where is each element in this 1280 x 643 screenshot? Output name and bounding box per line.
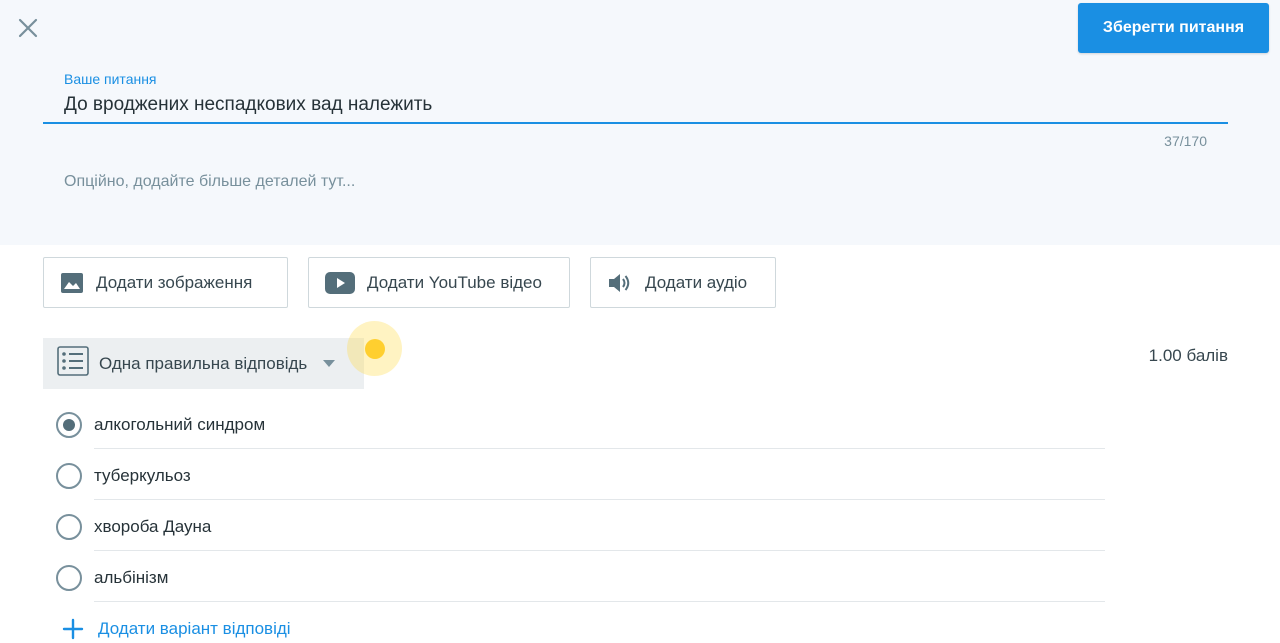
chevron-down-icon <box>323 360 336 367</box>
add-audio-button[interactable]: Додати аудіо <box>590 257 776 308</box>
plus-icon <box>62 618 84 640</box>
question-label: Ваше питання <box>64 71 157 87</box>
answer-option[interactable]: хвороба Дауна <box>56 507 1105 551</box>
answer-option-label[interactable]: альбінізм <box>94 568 168 588</box>
answer-option-label[interactable]: туберкульоз <box>94 466 191 486</box>
add-image-label: Додати зображення <box>96 272 253 292</box>
radio-button-selected[interactable] <box>56 412 82 438</box>
question-input[interactable]: До вроджених неспадкових вад належить <box>64 94 432 116</box>
radio-button[interactable] <box>56 463 82 489</box>
add-image-button[interactable]: Додати зображення <box>43 257 288 308</box>
radio-button[interactable] <box>56 565 82 591</box>
answer-option-label[interactable]: алкогольний синдром <box>94 415 265 435</box>
points-value[interactable]: 1.00 балів <box>1149 346 1228 366</box>
answer-option[interactable]: альбінізм <box>56 558 1105 602</box>
answer-option[interactable]: алкогольний синдром <box>56 405 1105 449</box>
image-icon <box>60 272 84 294</box>
add-audio-label: Додати аудіо <box>645 272 748 292</box>
close-button[interactable] <box>14 14 42 42</box>
answer-type-label: Одна правильна відповідь <box>99 353 308 373</box>
answer-option[interactable]: туберкульоз <box>56 456 1105 500</box>
answer-option-label[interactable]: хвороба Дауна <box>94 517 211 537</box>
add-youtube-button[interactable]: Додати YouTube відео <box>308 257 570 308</box>
close-icon <box>18 18 38 38</box>
add-option-label: Додати варіант відповіді <box>98 619 291 638</box>
answer-type-dropdown[interactable]: Одна правильна відповідь <box>43 338 364 389</box>
details-input[interactable]: Опційно, додайте більше деталей тут... <box>64 173 355 191</box>
speaker-icon <box>607 271 633 295</box>
radio-button[interactable] <box>56 514 82 540</box>
youtube-icon <box>325 271 355 294</box>
add-option-button[interactable]: Додати варіант відповіді <box>62 618 291 640</box>
cursor-highlight <box>347 321 402 376</box>
list-icon <box>57 346 89 381</box>
add-youtube-label: Додати YouTube відео <box>367 272 542 292</box>
question-underline <box>43 122 1228 124</box>
character-counter: 37/170 <box>1164 133 1207 149</box>
save-question-button[interactable]: Зберегти питання <box>1078 3 1269 53</box>
